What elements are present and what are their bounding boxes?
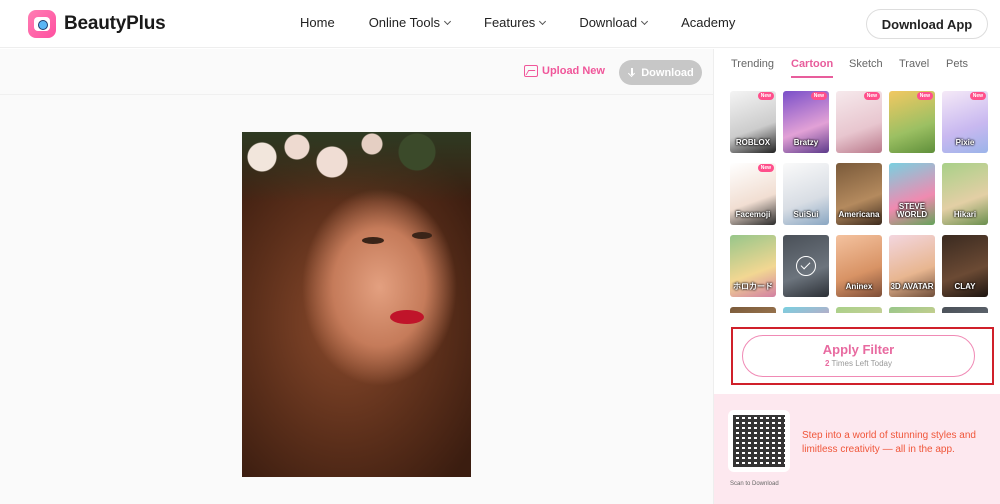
filter-thumb-label: Aninex [845, 282, 873, 291]
new-badge: New [757, 92, 774, 100]
filter-thumb[interactable] [942, 307, 988, 313]
apply-filter-label: Apply Filter [822, 342, 895, 357]
qr-code-pattern [733, 415, 785, 467]
brand-name: BeautyPlus [64, 13, 166, 34]
nav-online-tools[interactable]: Online Tools [368, 15, 452, 30]
filter-thumb[interactable]: Americana [836, 163, 882, 225]
filter-thumb-label: Americana [838, 210, 880, 219]
tab-trending[interactable]: Trending [731, 58, 774, 70]
tab-sketch[interactable]: Sketch [849, 58, 883, 70]
active-tab-indicator [791, 76, 833, 78]
qr-code [728, 410, 790, 472]
download-icon [627, 67, 637, 78]
filter-thumb[interactable]: Aninex [836, 235, 882, 297]
download-app-button[interactable]: Download App [866, 9, 988, 39]
site-header: BeautyPlus Home Online Tools Features Do… [0, 0, 1000, 48]
new-badge: New [757, 164, 774, 172]
nav-features[interactable]: Features [484, 15, 547, 30]
nav-download[interactable]: Download [579, 15, 649, 30]
checkmark-icon [796, 256, 816, 276]
brand-logo[interactable]: BeautyPlus [28, 10, 166, 38]
camera-logo-icon [28, 10, 56, 38]
filter-thumb[interactable]: Pixie New [942, 91, 988, 153]
filter-panel: Trending Cartoon Sketch Travel Pets ROBL… [713, 49, 1000, 504]
new-badge: New [916, 92, 933, 100]
photo-lips [390, 310, 424, 324]
filter-thumb-label: ホロカード [733, 282, 773, 291]
filter-thumb-label: Hikari [953, 210, 977, 219]
filter-thumb-label: CLAY [954, 282, 976, 291]
promo-text: Step into a world of stunning styles and… [802, 430, 976, 455]
nav-home-label: Home [300, 15, 335, 30]
scan-to-download-label: Scan to Download [730, 481, 779, 487]
tab-pets[interactable]: Pets [946, 58, 968, 70]
filter-thumb[interactable]: CLAY [942, 235, 988, 297]
filter-thumb[interactable] [783, 307, 829, 313]
filter-thumb[interactable]: Hikari [942, 163, 988, 225]
nav-home[interactable]: Home [300, 15, 335, 30]
filter-thumb[interactable]: New [889, 91, 935, 153]
nav-online-tools-label: Online Tools [368, 15, 440, 30]
image-upload-icon [524, 65, 538, 77]
chevron-down-icon [641, 17, 649, 25]
chevron-down-icon [539, 17, 547, 25]
filter-thumb-label: SuiSui [793, 210, 819, 219]
upload-new-button[interactable]: Upload New [524, 65, 605, 77]
filter-thumb[interactable]: Bratzy New [783, 91, 829, 153]
filter-thumb[interactable] [836, 307, 882, 313]
photo-eye-right [412, 232, 432, 239]
tab-cartoon[interactable]: Cartoon [791, 58, 833, 70]
filter-tabs: Trending Cartoon Sketch Travel Pets [714, 49, 1000, 79]
nav-download-label: Download [579, 15, 638, 30]
uploaded-photo [242, 132, 471, 477]
filter-thumb[interactable] [730, 307, 776, 313]
filter-thumb[interactable]: New [836, 91, 882, 153]
times-left-text: 2 Times Left Today [743, 359, 974, 368]
editor-canvas: Upload New Download [0, 49, 713, 504]
times-left-label: Times Left Today [831, 359, 892, 368]
main-nav: Home Online Tools Features Download Acad… [300, 15, 769, 30]
editor-toolbar: Upload New Download [0, 49, 713, 95]
filter-thumb-label: Bratzy [793, 138, 819, 147]
new-badge: New [969, 92, 986, 100]
chevron-down-icon [443, 17, 452, 25]
filter-thumb-label: Pixie [955, 138, 975, 147]
upload-new-label: Upload New [542, 65, 605, 77]
filter-thumb-label: Facemoji [735, 210, 771, 219]
filter-thumb-label: STEVE WORLD [896, 202, 928, 219]
filter-thumb-label: ROBLOX [735, 138, 771, 147]
filter-thumb[interactable]: 3D AVATAR [889, 235, 935, 297]
filter-thumb[interactable]: STEVE WORLD [889, 163, 935, 225]
apply-filter-button[interactable]: Apply Filter 2 Times Left Today [742, 335, 975, 377]
filter-thumb[interactable] [889, 307, 935, 313]
nav-features-label: Features [484, 15, 536, 30]
photo-flower-crown [242, 132, 471, 202]
filter-thumb[interactable]: ROBLOX New [730, 91, 776, 153]
tab-travel[interactable]: Travel [899, 58, 929, 70]
filter-thumb[interactable]: Facemoji New [730, 163, 776, 225]
app-promo-banner: Scan to Download Step into a world of st… [714, 394, 1000, 504]
filter-thumb-label: 3D AVATAR [890, 282, 934, 291]
nav-academy-label: Academy [681, 15, 736, 30]
download-button[interactable]: Download [619, 60, 702, 85]
apply-filter-highlight: Apply Filter 2 Times Left Today [731, 327, 994, 385]
nav-academy[interactable]: Academy [681, 15, 735, 30]
photo-eye-left [362, 237, 384, 244]
filter-thumb[interactable]: ホロカード [730, 235, 776, 297]
new-badge: New [810, 92, 827, 100]
filter-thumb[interactable]: SuiSui [783, 163, 829, 225]
filter-grid: ROBLOX New Bratzy New New New Pixie New Facemoji… [730, 91, 990, 313]
download-label: Download [641, 66, 694, 79]
new-badge: New [863, 92, 880, 100]
times-left-count: 2 [824, 359, 830, 368]
filter-thumb[interactable] [783, 235, 829, 297]
